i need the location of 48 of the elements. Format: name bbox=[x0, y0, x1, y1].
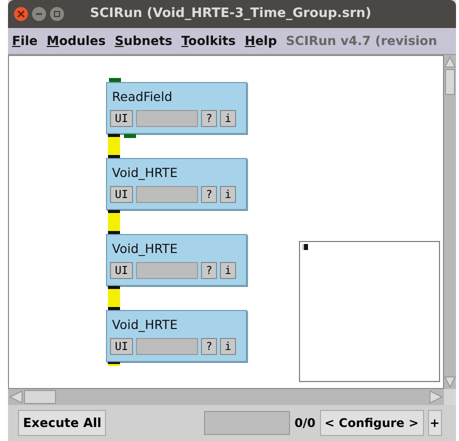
module-node[interactable]: Void_HRTE UI ? i bbox=[106, 234, 247, 286]
module-title: Void_HRTE bbox=[112, 240, 178, 258]
progress-field bbox=[136, 110, 198, 127]
progress-field bbox=[136, 262, 198, 279]
connection-pipe[interactable] bbox=[108, 210, 120, 234]
progress-field bbox=[136, 338, 198, 355]
maximize-icon[interactable] bbox=[50, 7, 64, 21]
vertical-scrollbar[interactable] bbox=[444, 55, 456, 389]
viewport-marker[interactable] bbox=[302, 244, 308, 250]
module-node[interactable]: ReadField UI ? i bbox=[106, 82, 247, 134]
info-button[interactable]: i bbox=[220, 262, 236, 279]
menu-item[interactable]: Subnets bbox=[114, 32, 172, 50]
version-label: SCIRun v4.7 (revision bbox=[286, 32, 438, 50]
menu-item[interactable]: File bbox=[12, 32, 38, 50]
add-button[interactable]: + bbox=[428, 410, 442, 436]
module-title: ReadField bbox=[112, 88, 172, 106]
info-button[interactable]: i bbox=[220, 110, 236, 127]
connection-pipe[interactable] bbox=[108, 286, 120, 310]
help-button[interactable]: ? bbox=[201, 186, 217, 203]
ui-button[interactable]: UI bbox=[110, 186, 133, 203]
menu-item[interactable]: Modules bbox=[46, 32, 106, 50]
module-title: Void_HRTE bbox=[112, 164, 178, 182]
module-title: Void_HRTE bbox=[112, 316, 178, 334]
module-node[interactable]: Void_HRTE UI ? i bbox=[106, 310, 247, 362]
horizontal-scrollbar[interactable] bbox=[8, 389, 444, 405]
counter-label: 0/0 bbox=[294, 415, 316, 432]
ui-button[interactable]: UI bbox=[110, 338, 133, 355]
execute-all-button[interactable]: Execute All bbox=[18, 410, 106, 436]
help-button[interactable]: ? bbox=[201, 262, 217, 279]
progress-field bbox=[136, 186, 198, 203]
info-button[interactable]: i bbox=[220, 338, 236, 355]
close-icon[interactable] bbox=[14, 7, 28, 21]
ui-button[interactable]: UI bbox=[110, 110, 133, 127]
minimize-icon[interactable] bbox=[32, 7, 46, 21]
help-button[interactable]: ? bbox=[201, 338, 217, 355]
configure-button[interactable]: < Configure > bbox=[320, 410, 424, 436]
scroll-thumb[interactable] bbox=[445, 69, 455, 95]
input-port[interactable] bbox=[109, 78, 121, 82]
menu-item[interactable]: Toolkits bbox=[181, 32, 236, 50]
output-port[interactable] bbox=[108, 362, 120, 366]
window-title: SCIRun (Void_HRTE-3_Time_Group.srn) bbox=[90, 5, 372, 24]
scroll-thumb[interactable] bbox=[24, 390, 56, 404]
ui-button[interactable]: UI bbox=[110, 262, 133, 279]
info-button[interactable]: i bbox=[220, 186, 236, 203]
connection-pipe[interactable] bbox=[108, 134, 120, 158]
module-node[interactable]: Void_HRTE UI ? i bbox=[106, 158, 247, 210]
menu-item[interactable]: Help bbox=[244, 32, 277, 50]
help-button[interactable]: ? bbox=[201, 110, 217, 127]
